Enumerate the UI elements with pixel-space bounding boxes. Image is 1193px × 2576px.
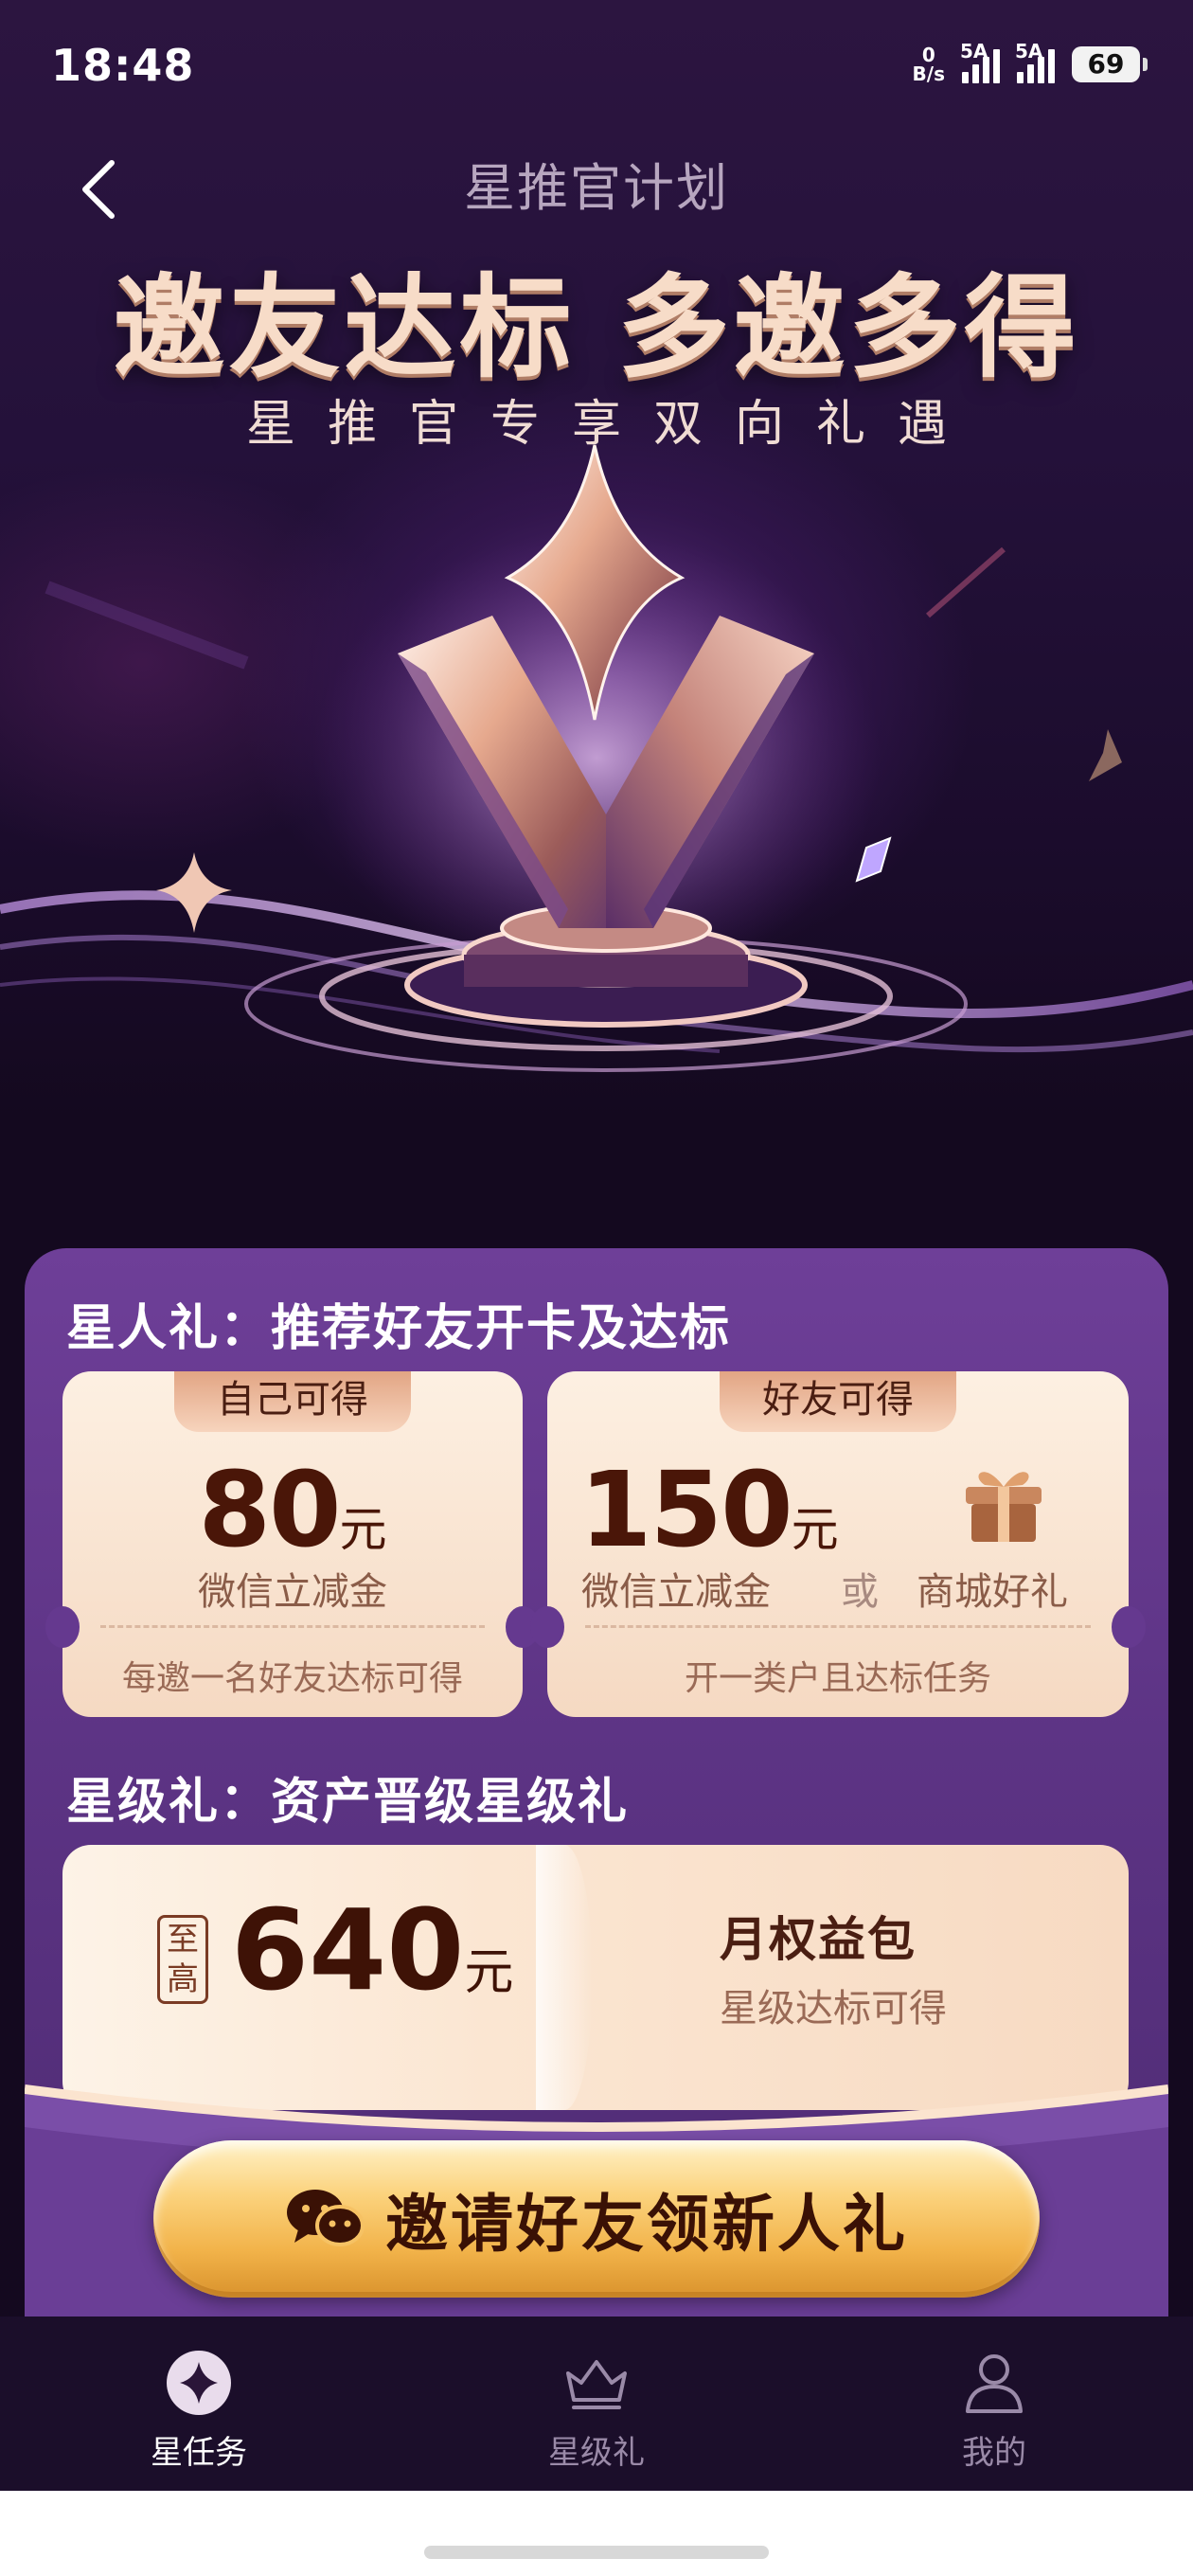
friend-reward-card[interactable]: 好友可得 150元 微信立减金 或 商城好礼 开一类户且达标任务 <box>530 1371 1146 1717</box>
self-reward-tab: 自己可得 <box>174 1371 411 1432</box>
tab-profile[interactable]: 我的 <box>795 2317 1193 2491</box>
hero-subtitle: 星推官专享双向礼遇 <box>245 396 979 453</box>
hero-title: 邀友达标 多邀多得 <box>113 262 1080 393</box>
signal-2-tag: 5A <box>1015 40 1043 63</box>
signal-1-icon: 5A <box>960 40 1000 83</box>
rewards-panel: 星人礼：推荐好友开卡及达标 自己可得 80元 微信立减金 每邀一名好友达标可得 … <box>25 1248 1168 2318</box>
battery-icon: 69 <box>1072 46 1148 82</box>
friend-amount-value: 150 <box>579 1449 793 1570</box>
benefit-title: 月权益包 <box>720 1912 917 1967</box>
self-reward-amount: 80元 <box>62 1449 523 1570</box>
tab-star-level-gift[interactable]: 星级礼 <box>398 2317 795 2491</box>
nav-header: 星推官计划 <box>0 133 1193 246</box>
signal-2-icon: 5A <box>1015 40 1055 83</box>
level-gift-title: 星级礼：资产晋级星级礼 <box>66 1774 630 1831</box>
net-speed-indicator: 0 B/s <box>913 45 945 83</box>
star-badge-icon <box>167 2351 231 2415</box>
self-amount-value: 80 <box>198 1449 341 1570</box>
status-time: 18:48 <box>51 40 195 91</box>
net-speed-unit: B/s <box>912 63 945 85</box>
tab-star-tasks[interactable]: 星任务 <box>0 2317 398 2491</box>
friend-reward-footer: 开一类户且达标任务 <box>684 1659 991 1698</box>
friend-reward-or: 或 <box>841 1570 879 1614</box>
trophy-illustration <box>0 444 1193 1072</box>
crown-icon <box>566 2360 627 2409</box>
level-amount-unit: 元 <box>464 1944 514 2001</box>
tab-label: 星级礼 <box>548 2434 645 2472</box>
home-indicator[interactable] <box>424 2546 769 2559</box>
page-title: 星推官计划 <box>464 158 729 218</box>
max-badge-char-2: 高 <box>167 1960 199 1998</box>
level-amount-value: 640 <box>231 1885 465 2015</box>
system-nav-area <box>0 2491 1193 2576</box>
star-gift-title: 星人礼：推荐好友开卡及达标 <box>66 1300 732 1357</box>
self-reward-label: 微信立减金 <box>198 1570 387 1614</box>
self-reward-card[interactable]: 自己可得 80元 微信立减金 每邀一名好友达标可得 <box>45 1371 540 1717</box>
self-amount-unit: 元 <box>339 1502 387 1557</box>
battery-level: 69 <box>1087 48 1125 80</box>
wechat-icon <box>287 2190 365 2246</box>
invite-friends-button[interactable]: 邀请好友领新人礼 <box>153 2140 1040 2298</box>
invite-button-label: 邀请好友领新人礼 <box>385 2188 908 2261</box>
person-icon <box>966 2354 1023 2413</box>
self-reward-footer: 每邀一名好友达标可得 <box>121 1659 463 1698</box>
level-reward-amount: 640元 <box>231 1885 513 2015</box>
self-card-divider <box>100 1625 485 1628</box>
card-notch <box>45 1606 80 1648</box>
bottom-tab-bar: 星任务 星级礼 我的 <box>0 2317 1193 2491</box>
gift-box-icon <box>966 1472 1042 1542</box>
max-badge: 至 高 <box>157 1915 208 2004</box>
max-badge-char-1: 至 <box>167 1921 199 1959</box>
card-notch <box>1112 1606 1146 1648</box>
friend-card-divider <box>585 1625 1091 1628</box>
net-speed-value: 0 <box>921 44 935 66</box>
friend-amount-unit: 元 <box>791 1502 839 1557</box>
card-notch <box>530 1606 564 1648</box>
status-bar: 18:48 0 B/s 5A 5A 69 <box>0 0 1193 133</box>
signal-1-tag: 5A <box>960 40 988 63</box>
status-icons: 0 B/s 5A 5A 69 <box>913 40 1148 83</box>
tab-label: 我的 <box>962 2434 1026 2472</box>
friend-reward-tab: 好友可得 <box>720 1371 956 1432</box>
friend-gift-label: 商城好礼 <box>917 1570 1068 1614</box>
friend-reward-amount: 150元 <box>579 1449 839 1570</box>
tab-label: 星任务 <box>151 2434 247 2472</box>
benefit-subtitle: 星级达标可得 <box>720 1987 947 2030</box>
friend-reward-label: 微信立减金 <box>581 1570 771 1614</box>
